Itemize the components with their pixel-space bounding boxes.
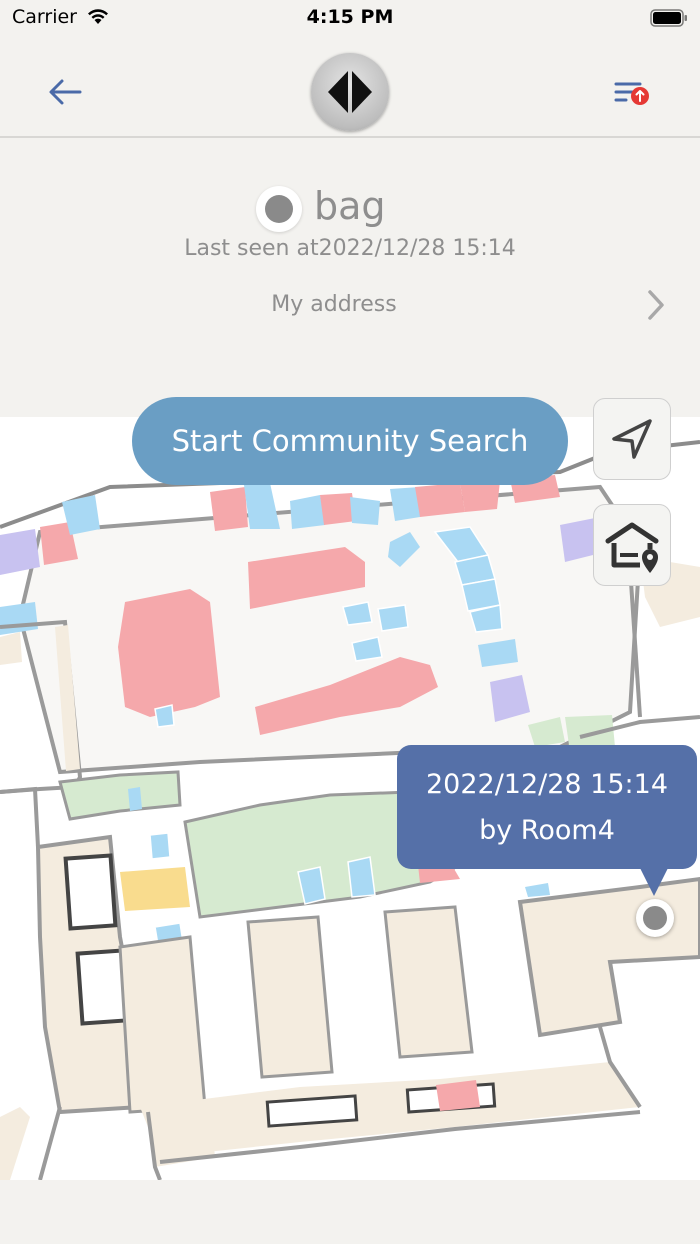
- address-row[interactable]: My address: [0, 280, 700, 330]
- home-location-button[interactable]: [593, 504, 671, 586]
- filter-button[interactable]: [610, 74, 656, 114]
- arrow-left-icon: [49, 79, 82, 105]
- brand-logo-icon: [328, 71, 372, 113]
- callout-source: by Room4: [479, 815, 615, 846]
- bottom-strip: [0, 1180, 700, 1244]
- home-location-icon: [605, 522, 659, 573]
- item-name: bag: [314, 184, 386, 228]
- location-callout: 2022/12/28 15:14 by Room4: [397, 745, 697, 869]
- last-seen-text: Last seen at2022/12/28 15:14: [184, 236, 516, 261]
- address-label: My address: [271, 292, 397, 317]
- callout-time: 2022/12/28 15:14: [425, 769, 668, 800]
- status-bar: Carrier 4:15 PM: [0, 0, 700, 38]
- callout-tail: [640, 868, 668, 896]
- battery-icon: [650, 8, 688, 32]
- location-marker[interactable]: [636, 899, 674, 937]
- brand-logo: [311, 53, 389, 131]
- community-search-button[interactable]: Start Community Search: [132, 397, 568, 485]
- back-button[interactable]: [44, 72, 88, 112]
- item-header: bag Last seen at2022/12/28 15:14 My addr…: [0, 140, 700, 417]
- item-status-dot: [256, 186, 302, 232]
- navigate-icon: [612, 419, 652, 459]
- filter-alert-icon: [614, 82, 649, 105]
- nav-bar: [0, 38, 700, 138]
- status-time: 4:15 PM: [306, 6, 394, 28]
- chevron-right-icon: [648, 290, 664, 320]
- navigate-button[interactable]: [593, 398, 671, 480]
